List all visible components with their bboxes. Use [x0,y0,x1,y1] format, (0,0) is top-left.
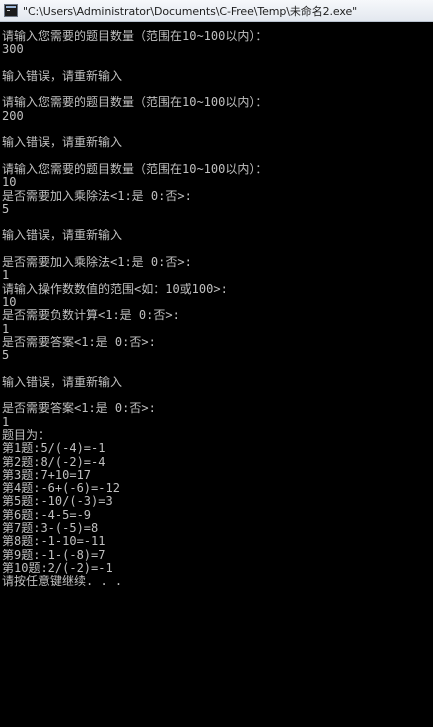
console-line: 第4题:-6+(-6)=-12 [2,482,120,496]
console-app-icon [4,4,18,17]
console-line: 第8题:-1-10=-11 [2,535,106,549]
console-line: 第1题:5/(-4)=-1 [2,442,106,456]
console-line: 5 [2,202,10,216]
console-line: 5 [2,349,10,363]
console-line: 是否需要负数计算<1:是 0:否>: [2,309,180,323]
console-line: 第6题:-4-5=-9 [2,508,92,522]
console-window: "C:\Users\Administrator\Documents\C-Free… [0,0,433,727]
console-line: 第10题:2/(-2)=-1 [2,561,113,575]
console-line: 题目为： [2,428,51,442]
console-line: 请输入您需要的题目数量（范围在10~100以内）： [2,30,268,43]
console-line: 输入错误，请重新输入 [2,375,123,389]
console-line: 1 [2,269,10,283]
console-line: 1 [2,322,10,336]
console-line: 10 [2,176,17,190]
console-line: 请输入您需要的题目数量（范围在10~100以内）： [2,162,268,176]
console-output[interactable]: 请输入您需要的题目数量（范围在10~100以内）： 300 输入错误，请重新输入 请输… [2,30,430,720]
console-line: 1 [2,415,10,429]
console-line: 请按任意键继续. . . [2,575,123,589]
console-line: 第7题:3-(-5)=8 [2,521,99,535]
console-line: 请输入操作数数值的范围<如：10或100>: [2,282,228,296]
console-line: 10 [2,295,17,309]
console-line: 第3题:7+10=17 [2,468,92,482]
console-line: 请输入您需要的题目数量（范围在10~100以内）： [2,96,268,110]
console-line: 200 [2,109,24,123]
console-line: 输入错误，请重新输入 [2,229,123,243]
title-bar[interactable]: "C:\Users\Administrator\Documents\C-Free… [0,0,433,22]
window-title: "C:\Users\Administrator\Documents\C-Free… [23,5,358,18]
console-line: 第2题:8/(-2)=-4 [2,455,106,469]
console-line: 是否需要加入乘除法<1:是 0:否>: [2,256,192,270]
console-line: 第9题:-1-(-8)=7 [2,548,106,562]
console-line: 是否需要加入乘除法<1:是 0:否>: [2,189,192,203]
console-line: 是否需要答案<1:是 0:否>: [2,335,156,349]
console-line: 是否需要答案<1:是 0:否>: [2,402,156,416]
console-line: 输入错误，请重新输入 [2,69,123,83]
console-line: 输入错误，请重新输入 [2,136,123,150]
console-line: 300 [2,43,24,57]
console-line: 第5题:-10/(-3)=3 [2,495,113,509]
